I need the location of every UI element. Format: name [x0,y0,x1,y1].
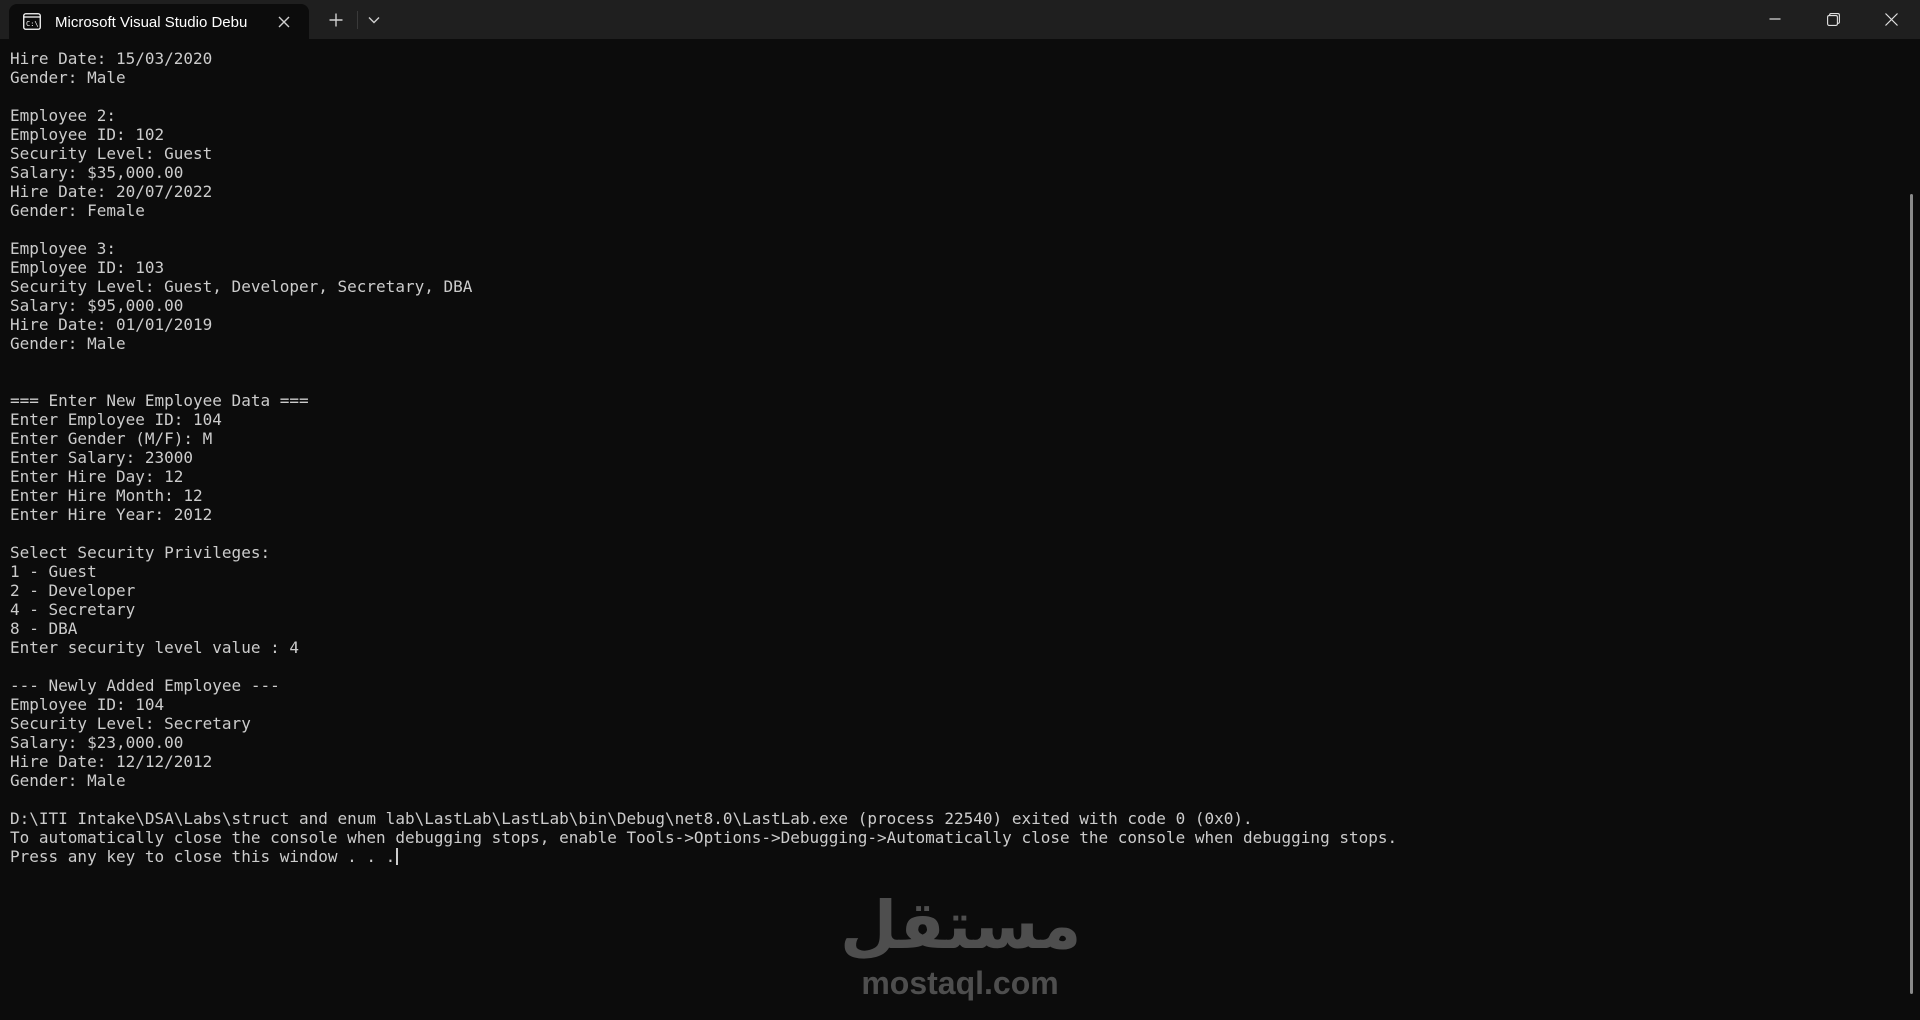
scrollbar[interactable] [1910,194,1913,994]
tab-close-button[interactable] [273,11,295,33]
console-line: Enter Hire Day: 12 [10,467,184,486]
mostaql-watermark: مستقل mostaql.com [840,887,1082,1008]
watermark-latin-text: mostaql.com [861,965,1059,1001]
console-line: Salary: $23,000.00 [10,733,184,752]
console-line: Hire Date: 12/12/2012 [10,752,213,771]
new-tab-button[interactable] [322,8,350,32]
console-line: Security Level: Guest [10,144,213,163]
console-line: Enter Salary: 23000 [10,448,194,467]
console-line: Gender: Female [10,201,145,220]
restore-icon [1826,12,1840,26]
console-line: Employee 2: [10,106,116,125]
minimize-icon [1769,18,1781,20]
console-line: Employee ID: 104 [10,695,165,714]
console-line: 8 - DBA [10,619,78,638]
text-cursor [396,848,399,865]
console-line: Gender: Male [10,771,126,790]
plus-icon [329,13,343,27]
console-line: === Enter New Employee Data === [10,391,309,410]
console-line: Enter Hire Month: 12 [10,486,203,505]
console-line: Enter Hire Year: 2012 [10,505,213,524]
console-line: Security Level: Guest, Developer, Secret… [10,277,473,296]
console-line: Employee 3: [10,239,116,258]
title-bar[interactable]: C:\ Microsoft Visual Studio Debu [0,0,1920,39]
console-line: Enter security level value : 4 [10,638,299,657]
svg-text:C:\: C:\ [26,20,39,28]
tab-dropdown-button[interactable] [362,8,386,32]
tab-separator [357,11,358,29]
console-line: Hire Date: 01/01/2019 [10,315,213,334]
tab-title: Microsoft Visual Studio Debu [55,14,248,31]
console-line: Salary: $35,000.00 [10,163,184,182]
console-line: 2 - Developer [10,581,136,600]
console-line: Gender: Male [10,68,126,87]
close-window-button[interactable] [1862,0,1920,38]
console-line: Select Security Privileges: [10,543,271,562]
console-app-icon: C:\ [23,13,41,30]
console-line: Hire Date: 15/03/2020 [10,49,213,68]
console-line: Employee ID: 102 [10,125,165,144]
console-line: Gender: Male [10,334,126,353]
console-line: To automatically close the console when … [10,828,1398,847]
console-line: D:\ITI Intake\DSA\Labs\struct and enum l… [10,809,1253,828]
console-line: Salary: $95,000.00 [10,296,184,315]
console-line: Employee ID: 103 [10,258,165,277]
console-line: --- Newly Added Employee --- [10,676,280,695]
terminal-window: C:\ Microsoft Visual Studio Debu Hire Da… [0,0,1920,1020]
watermark-arabic-text: مستقل [840,887,1082,964]
console-line: Enter Gender (M/F): M [10,429,213,448]
minimize-button[interactable] [1746,0,1804,38]
console-line: 4 - Secretary [10,600,136,619]
console-output[interactable]: Hire Date: 15/03/2020 Gender: Male Employe… [10,49,1890,869]
console-line: Press any key to close this window . . . [10,847,1890,866]
chevron-down-icon [368,17,380,24]
console-line: Enter Employee ID: 104 [10,410,222,429]
terminal-tab[interactable]: C:\ Microsoft Visual Studio Debu [9,4,309,39]
close-icon [278,16,290,28]
restore-button[interactable] [1804,0,1862,38]
close-icon [1884,12,1898,26]
console-line: Security Level: Secretary [10,714,251,733]
console-line: Hire Date: 20/07/2022 [10,182,213,201]
console-line: 1 - Guest [10,562,97,581]
